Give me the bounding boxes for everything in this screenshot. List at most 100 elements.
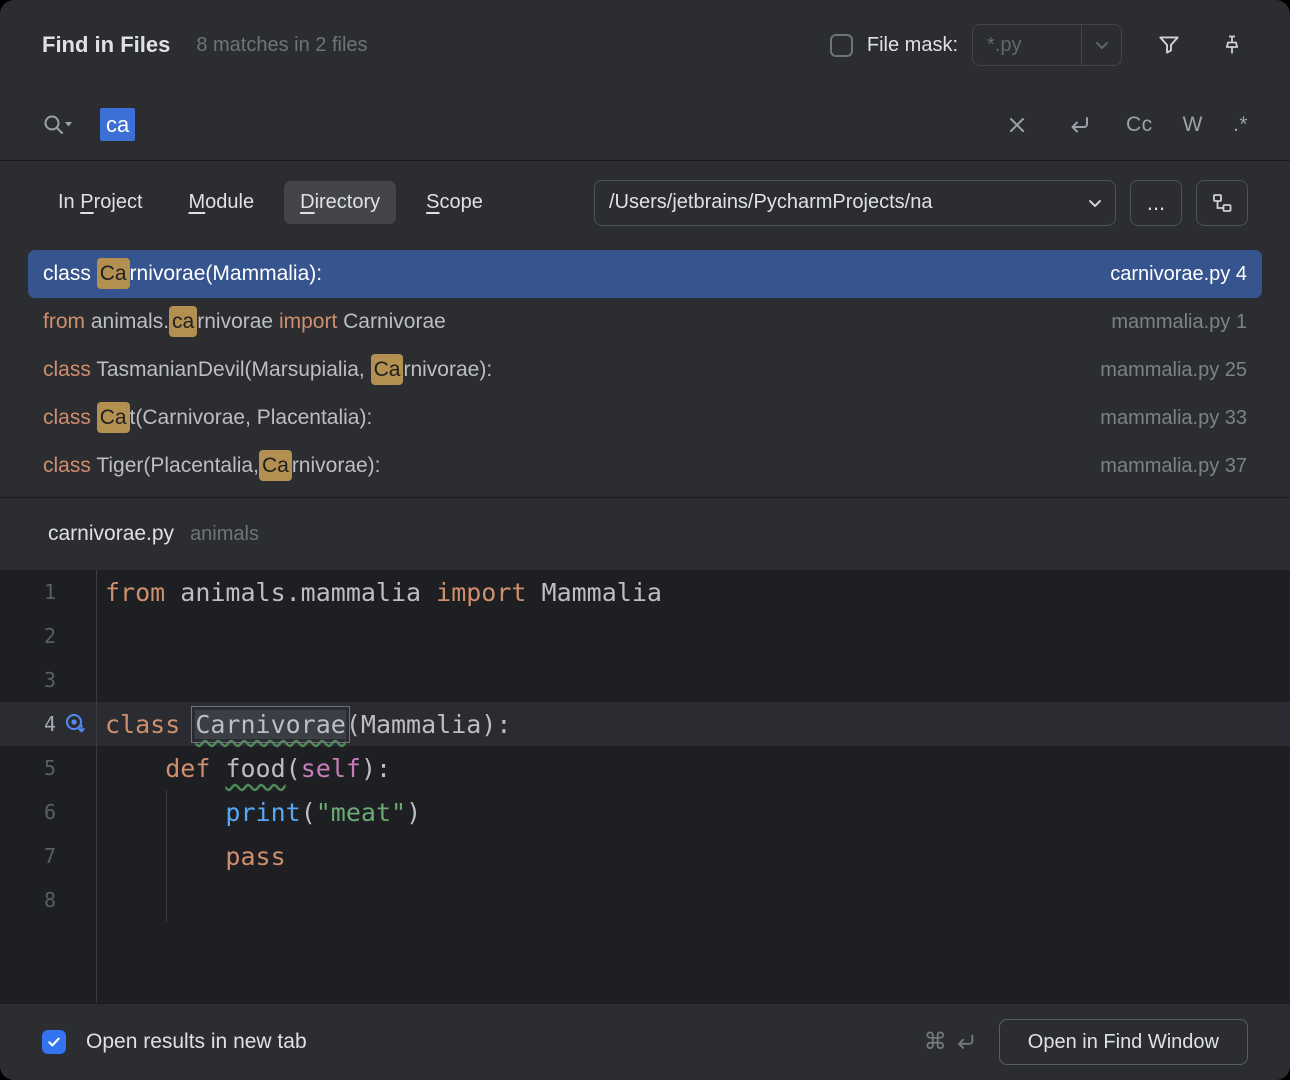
code-segment-match: Ca <box>259 450 292 481</box>
search-input[interactable]: ca <box>100 112 135 138</box>
code-segment-kw: class <box>43 358 96 381</box>
code-segment-txt: Carnivorae <box>343 310 446 333</box>
shortcut-hint: ⌘ <box>924 1029 977 1055</box>
code-segment-fndecl: food <box>225 754 285 783</box>
code-line: 4class Carnivorae(Mammalia): <box>0 702 1290 746</box>
project-structure-button[interactable] <box>1196 180 1248 226</box>
match-case-toggle[interactable]: Cc <box>1126 113 1153 137</box>
gutter-marker-slot <box>56 887 96 913</box>
line-number: 6 <box>44 800 56 824</box>
line-number: 2 <box>44 624 56 648</box>
directory-path-combo[interactable]: /Users/jetbrains/PycharmProjects/na <box>594 180 1116 226</box>
preview-file-name: carnivorae.py <box>48 522 174 546</box>
code-segment-txt: TasmanianDevil(Marsupialia, <box>96 358 370 381</box>
code-segment-code: ( <box>286 754 301 783</box>
dialog-title: Find in Files <box>42 32 170 58</box>
code-segment-txt: Tiger(Placentalia, <box>96 454 259 477</box>
file-mask-checkbox[interactable] <box>830 34 853 57</box>
result-file-ref: carnivorae.py 4 <box>1110 263 1247 286</box>
result-row[interactable]: class Carnivorae(Mammalia):carnivorae.py… <box>28 250 1262 298</box>
gutter-marker-slot <box>56 755 96 781</box>
titlebar: Find in Files 8 matches in 2 files File … <box>0 0 1290 90</box>
chevron-down-icon <box>1075 181 1115 225</box>
result-text: class Tiger(Placentalia,Carnivorae): <box>43 454 381 478</box>
gutter: 8 <box>0 878 97 922</box>
result-row[interactable]: class TasmanianDevil(Marsupialia, Carniv… <box>28 346 1262 394</box>
scope-tab-in-project[interactable]: In Project <box>42 181 159 224</box>
code-segment-code: (Mammalia): <box>346 710 512 739</box>
code-segment-txt: rnivorae): <box>403 358 492 381</box>
code-segment-code: ): <box>361 754 391 783</box>
file-mask-label: File mask: <box>867 34 958 57</box>
result-file-ref: mammalia.py 37 <box>1100 455 1247 478</box>
chevron-down-icon <box>1081 25 1121 65</box>
code-preview-editor: 1from animals.mammalia import Mammalia 2 3… <box>0 570 1290 1003</box>
line-number: 5 <box>44 756 56 780</box>
code-segment-kw: import <box>436 578 526 607</box>
code-text: class Carnivorae(Mammalia): <box>97 710 511 739</box>
return-icon <box>1066 113 1092 137</box>
clear-search-button[interactable] <box>1002 110 1032 140</box>
code-segment-txt: animals. <box>91 310 169 333</box>
results-list: class Carnivorae(Mammalia):carnivorae.py… <box>0 244 1290 498</box>
gutter-marker-slot <box>56 667 96 693</box>
gutter-marker-slot <box>56 843 96 869</box>
regex-toggle[interactable]: .* <box>1233 113 1248 137</box>
code-segment-code: animals.mammalia <box>165 578 436 607</box>
scope-tab-scope[interactable]: Scope <box>410 181 499 224</box>
code-segment-fn: print <box>225 798 300 827</box>
gutter-marker-slot <box>56 623 96 649</box>
code-segment-kw: from <box>43 310 91 333</box>
footer-actions: ⌘ Open in Find Window <box>924 1019 1248 1065</box>
code-segment-txt: rnivorae): <box>292 454 381 477</box>
code-text: pass <box>97 842 286 871</box>
whole-words-toggle[interactable]: W <box>1183 113 1203 137</box>
code-segment-code <box>105 842 225 871</box>
command-key-icon: ⌘ <box>924 1029 947 1055</box>
scope-tabs: In Project Module Directory Scope <box>42 181 499 224</box>
code-line: 3 <box>0 658 1290 702</box>
code-segment-kw: def <box>165 754 210 783</box>
subclassed-gutter-icon[interactable] <box>56 711 96 737</box>
open-results-label: Open results in new tab <box>86 1030 307 1054</box>
open-in-find-window-button[interactable]: Open in Find Window <box>999 1019 1248 1065</box>
search-actions: Cc W .* <box>1002 109 1248 141</box>
result-file-ref: mammalia.py 1 <box>1111 311 1247 334</box>
code-segment-match: Ca <box>371 354 404 385</box>
line-number: 8 <box>44 888 56 912</box>
code-segment-code <box>105 798 225 827</box>
filter-button[interactable] <box>1152 28 1186 62</box>
browse-directory-button[interactable]: ... <box>1130 180 1182 226</box>
scope-row: In Project Module Directory Scope /Users/je… <box>0 160 1290 244</box>
result-row[interactable]: from animals.carnivorae import Carnivora… <box>28 298 1262 346</box>
file-mask-select[interactable]: *.py <box>972 24 1122 66</box>
search-icon[interactable] <box>42 112 74 138</box>
gutter: 2 <box>0 614 97 658</box>
code-segment-code: ) <box>406 798 421 827</box>
code-segment-decl: Carnivorae <box>195 710 346 739</box>
footer: Open results in new tab ⌘ Open in Find W… <box>0 1003 1290 1080</box>
result-row[interactable]: class Tiger(Placentalia,Carnivorae): mamm… <box>28 442 1262 490</box>
code-segment-txt: t(Carnivorae, Placentalia): <box>130 406 373 429</box>
result-file-ref: mammalia.py 33 <box>1100 407 1247 430</box>
check-icon <box>46 1034 62 1050</box>
scope-tab-module[interactable]: Module <box>173 181 271 224</box>
search-query-text: ca <box>100 108 135 141</box>
code-segment-match: ca <box>169 306 197 337</box>
scope-tab-directory[interactable]: Directory <box>284 181 396 224</box>
code-line: 1from animals.mammalia import Mammalia <box>0 570 1290 614</box>
code-segment-kw: class <box>43 406 97 429</box>
pin-button[interactable] <box>1216 29 1248 61</box>
code-segment-kw: pass <box>225 842 285 871</box>
file-mask-value: *.py <box>973 34 1081 57</box>
code-line: 2 <box>0 614 1290 658</box>
insert-newline-button[interactable] <box>1062 109 1096 141</box>
search-row: ca Cc W .* <box>0 90 1290 160</box>
code-segment-code <box>180 710 195 739</box>
gutter <box>0 922 97 1003</box>
result-row[interactable]: class Cat(Carnivorae, Placentalia):mamma… <box>28 394 1262 442</box>
open-results-checkbox[interactable] <box>42 1030 66 1054</box>
code-segment-kw: class <box>105 710 180 739</box>
code-segment-kw: class <box>43 454 96 477</box>
line-number: 3 <box>44 668 56 692</box>
